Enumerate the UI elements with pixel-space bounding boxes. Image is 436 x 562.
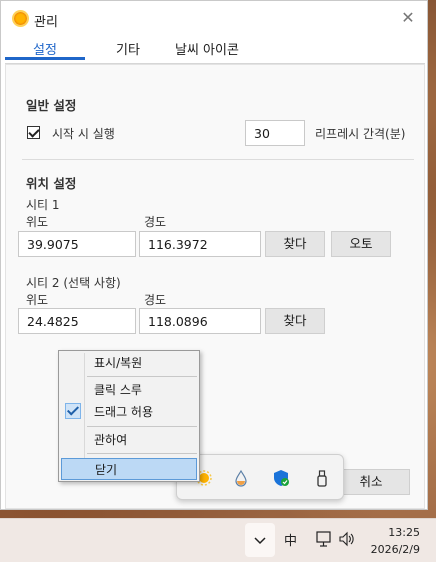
sun-app-icon bbox=[14, 12, 27, 25]
network-icon[interactable] bbox=[315, 530, 333, 548]
city2-lon-input[interactable]: 118.0896 bbox=[139, 308, 261, 334]
refresh-interval-label: 리프레시 간격(분) bbox=[315, 127, 406, 141]
refresh-interval-input[interactable]: 30 bbox=[245, 120, 305, 146]
section-divider bbox=[22, 159, 414, 160]
location-section-title: 위치 설정 bbox=[26, 176, 77, 191]
tray-overflow-flyout bbox=[176, 454, 344, 500]
show-hidden-icons-button[interactable] bbox=[245, 523, 275, 557]
menu-item-click-through[interactable]: 클릭 스루 bbox=[59, 379, 199, 399]
city1-lon-label: 경도 bbox=[144, 215, 167, 229]
volume-icon[interactable] bbox=[338, 530, 356, 548]
general-section-title: 일반 설정 bbox=[26, 98, 77, 113]
system-clock[interactable]: 13:25 2026/2/9 bbox=[371, 524, 420, 558]
tab-settings[interactable]: 설정 bbox=[33, 39, 57, 58]
chevron-down-icon bbox=[254, 537, 266, 545]
close-button[interactable]: ✕ bbox=[397, 7, 419, 29]
city1-auto-button[interactable]: 오토 bbox=[331, 231, 391, 257]
startup-checkbox-label: 시작 시 실행 bbox=[52, 127, 115, 141]
active-tab-indicator bbox=[5, 57, 85, 60]
ime-indicator[interactable]: 中 bbox=[284, 530, 297, 549]
city1-find-button[interactable]: 찾다 bbox=[265, 231, 325, 257]
usb-drive-icon[interactable] bbox=[313, 469, 331, 487]
city2-label: 시티 2 (선택 사항) bbox=[26, 276, 121, 290]
city1-lon-input[interactable]: 116.3972 bbox=[139, 231, 261, 257]
taskbar: 中 13:25 2026/2/9 bbox=[0, 518, 436, 562]
clock-time: 13:25 bbox=[388, 526, 420, 539]
menu-item-label: 관하여 bbox=[94, 433, 128, 447]
menu-item-show-restore[interactable]: 표시/복원 bbox=[59, 352, 199, 372]
menu-item-about[interactable]: 관하여 bbox=[59, 429, 199, 449]
clock-date: 2026/2/9 bbox=[370, 543, 420, 556]
menu-separator bbox=[87, 453, 197, 454]
menu-item-label: 클릭 스루 bbox=[94, 383, 142, 397]
menu-item-allow-drag[interactable]: 드래그 허용 bbox=[59, 401, 199, 421]
window-title: 관리 bbox=[34, 15, 58, 30]
menu-separator bbox=[87, 426, 197, 427]
tab-weather-icons[interactable]: 날씨 아이콘 bbox=[175, 39, 239, 58]
city2-lat-label: 위도 bbox=[26, 293, 49, 307]
menu-item-label: 드래그 허용 bbox=[94, 405, 154, 419]
city2-find-button[interactable]: 찾다 bbox=[265, 308, 325, 334]
city2-lat-input[interactable]: 24.4825 bbox=[18, 308, 136, 334]
tray-context-menu: 표시/복원 클릭 스루 드래그 허용 관하여 닫기 bbox=[58, 350, 200, 482]
security-shield-icon[interactable] bbox=[272, 469, 290, 487]
menu-item-close[interactable]: 닫기 bbox=[61, 458, 197, 480]
checkmark-icon bbox=[65, 403, 81, 419]
tab-other[interactable]: 기타 bbox=[116, 39, 140, 58]
city1-label: 시티 1 bbox=[26, 198, 60, 212]
city1-lat-input[interactable]: 39.9075 bbox=[18, 231, 136, 257]
menu-item-label: 닫기 bbox=[95, 463, 118, 477]
menu-item-label: 표시/복원 bbox=[94, 356, 143, 370]
title-bar: 관리 ✕ bbox=[1, 1, 427, 35]
city1-lat-label: 위도 bbox=[26, 215, 49, 229]
startup-checkbox[interactable] bbox=[27, 126, 40, 139]
menu-separator bbox=[87, 376, 197, 377]
city2-lon-label: 경도 bbox=[144, 293, 167, 307]
water-drop-icon[interactable] bbox=[232, 469, 250, 487]
